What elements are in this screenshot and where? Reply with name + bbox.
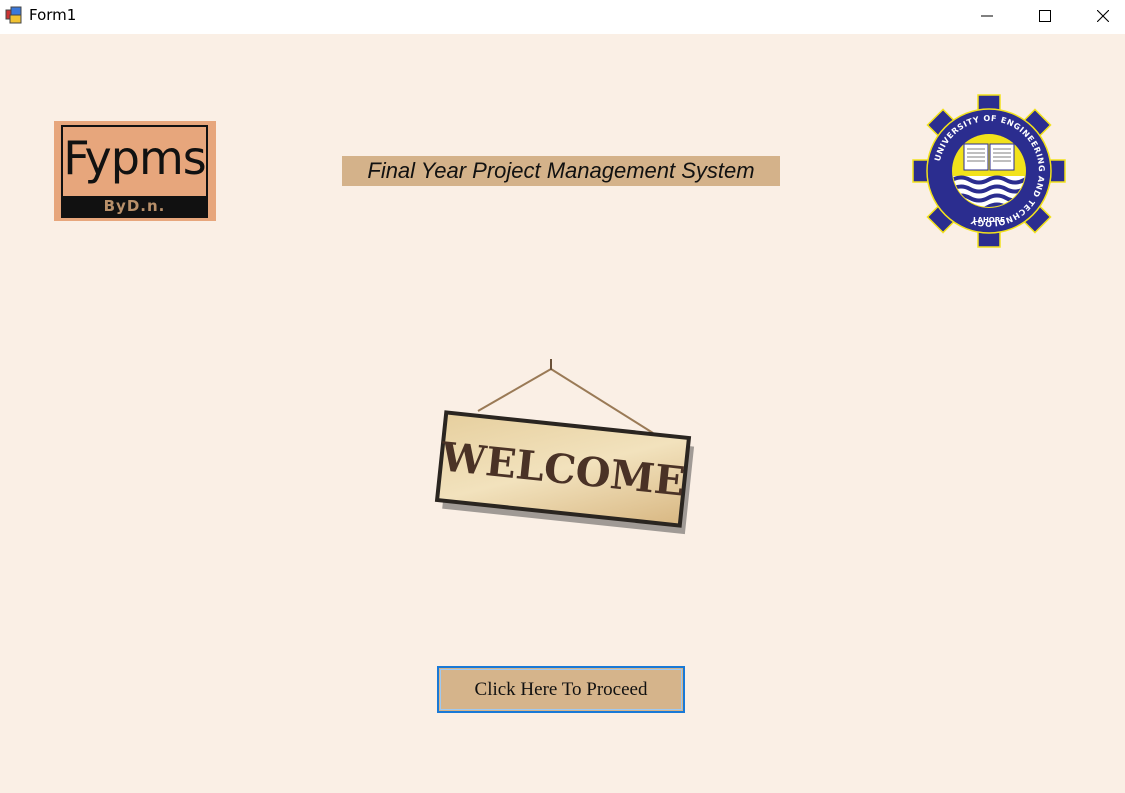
minimize-button[interactable] [958,0,1016,31]
proceed-button-label: Click Here To Proceed [474,678,648,700]
maximize-button[interactable] [1016,0,1074,31]
logo-strip: ByD.n. [63,196,206,216]
university-city: LAHORE [973,216,1005,224]
university-logo: UNIVERSITY OF ENGINEERING AND TECHNOLOGY… [912,94,1066,248]
fypms-logo: Fypms ByD.n. [54,121,216,221]
logo-word: Fypms [63,131,206,185]
title-bar: Form1 [0,0,1125,34]
close-icon [1097,9,1109,22]
system-title-text: Final Year Project Management System [367,158,755,183]
maximize-icon [1039,9,1051,22]
system-title: Final Year Project Management System [342,156,780,186]
logo-byline: ByD.n. [103,197,166,215]
minimize-icon [981,15,993,16]
window-title: Form1 [29,6,77,24]
close-button[interactable] [1074,0,1125,31]
welcome-sign: WELCOME [430,355,695,535]
proceed-button[interactable]: Click Here To Proceed [437,666,685,713]
app-icon [5,6,23,24]
